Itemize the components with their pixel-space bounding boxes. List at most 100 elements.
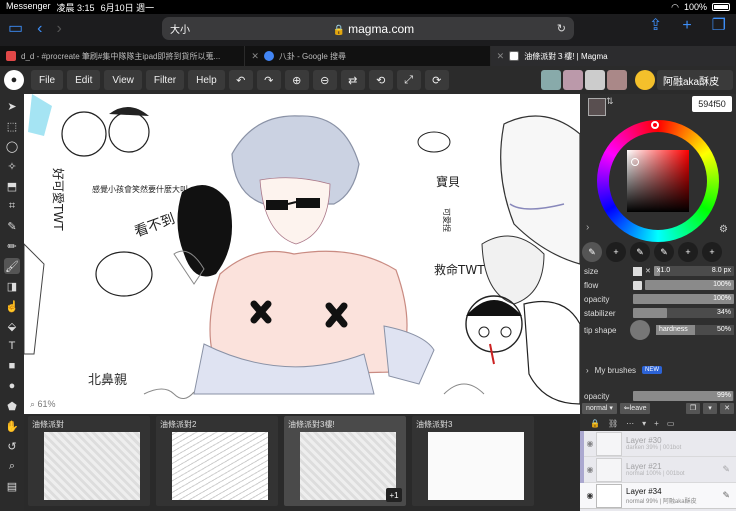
hex-color-input[interactable]: 594f50 <box>692 96 732 112</box>
eraser-icon[interactable]: ◨ <box>4 278 20 294</box>
hand-tool-icon[interactable]: ✋ <box>4 418 20 434</box>
chevron-right-icon[interactable]: › <box>586 222 589 233</box>
document-card[interactable]: 油條派對3 <box>412 416 534 506</box>
magma-logo-icon[interactable]: ● <box>4 70 24 90</box>
forward-icon[interactable]: › <box>56 21 61 37</box>
brush-slot-6[interactable]: + <box>702 242 722 262</box>
primary-color-swatch[interactable] <box>588 98 606 116</box>
pencil-icon[interactable]: ✏ <box>4 238 20 254</box>
eye-icon[interactable]: ◉ <box>584 491 596 500</box>
brush-slot-1[interactable]: ✎ <box>582 242 602 262</box>
close-icon[interactable]: ✕ <box>645 267 651 275</box>
rotate-view-icon[interactable]: ↺ <box>4 438 20 454</box>
avatar[interactable] <box>563 70 583 90</box>
rotate-left-icon[interactable]: ⟲ <box>368 70 393 90</box>
move-tool-icon[interactable]: ➤ <box>4 98 20 114</box>
layer-row[interactable]: ◉ Layer #30 darken 39% | 001bot <box>580 430 736 457</box>
eye-icon[interactable]: ◉ <box>584 439 596 448</box>
brush-slot-4[interactable]: ✎ <box>654 242 674 262</box>
blend-mode-select[interactable]: normal ▾ <box>582 402 617 414</box>
add-layer-icon[interactable]: + <box>654 419 659 429</box>
pressure-icon[interactable] <box>633 266 642 276</box>
tab-magma[interactable]: ✕ 油條派對３樓! | Magma <box>490 46 736 66</box>
document-card[interactable]: 油條派對2 <box>156 416 278 506</box>
add-folder-icon[interactable]: ▭ <box>667 419 675 429</box>
layer-more-icon[interactable]: ⋯ <box>626 419 634 429</box>
transform-icon[interactable]: ⬒ <box>4 178 20 194</box>
close-tab-icon[interactable]: ✕ <box>251 51 259 62</box>
document-card-active[interactable]: 油條派對3樓! +1 <box>284 416 406 506</box>
zoom-tool-icon[interactable]: ⌕ <box>4 458 20 474</box>
menu-edit[interactable]: Edit <box>67 70 101 90</box>
tab-google[interactable]: ✕ 八卦 - Google 搜尋 <box>245 46 491 66</box>
layer-row-selected[interactable]: ◉ Layer #34 normal 99% | 阿融aka酥皮 ✎ <box>580 483 736 509</box>
color-wheel[interactable] <box>597 120 719 242</box>
rect-select-icon[interactable]: ⬚ <box>4 118 20 134</box>
menu-filter[interactable]: Filter <box>145 70 185 90</box>
eye-icon[interactable]: ◉ <box>584 465 596 474</box>
avatar[interactable] <box>541 70 561 90</box>
lasso-icon[interactable]: ◯ <box>4 138 20 154</box>
share-icon[interactable]: ⇪ <box>649 18 662 34</box>
leave-button[interactable]: ⇐ leave <box>619 402 651 414</box>
zoom-in-icon[interactable]: ⊕ <box>284 70 309 90</box>
size-slider[interactable]: x1.0 8.0 px <box>653 266 734 276</box>
flip-icon[interactable]: ⇄ <box>340 70 365 90</box>
brush-slot-3[interactable]: ✎ <box>630 242 650 262</box>
tip-shape-preview[interactable] <box>630 320 650 340</box>
back-to-app-link[interactable]: Messenger <box>6 1 51 14</box>
brush-slot-2[interactable]: + <box>606 242 626 262</box>
ellipse-tool-icon[interactable]: ● <box>4 378 20 394</box>
eyedropper-icon[interactable]: ✎ <box>4 218 20 234</box>
stabilizer-slider[interactable]: 34% <box>633 308 734 318</box>
new-tab-icon[interactable]: + <box>682 18 691 34</box>
fullscreen-icon[interactable]: ⤢ <box>396 70 421 90</box>
brush-slot-5[interactable]: + <box>678 242 698 262</box>
flow-pressure-checkbox[interactable] <box>633 280 642 290</box>
lock-icon[interactable]: 🔒 <box>590 419 600 429</box>
address-bar[interactable]: 大小 🔒 magma.com ↻ <box>162 17 574 40</box>
hardness-slider[interactable]: hardness 50% <box>656 325 734 335</box>
user-avatar-chick[interactable] <box>635 70 655 90</box>
duplicate-layer-icon[interactable]: ❐ <box>686 402 700 414</box>
menu-file[interactable]: File <box>31 70 64 90</box>
layer-opacity-slider[interactable]: 99% <box>633 391 734 401</box>
rotate-right-icon[interactable]: ⟳ <box>424 70 449 90</box>
zoom-indicator[interactable]: ⌕ 61% <box>30 399 56 410</box>
reload-icon[interactable]: ↻ <box>557 22 566 35</box>
text-tool-icon[interactable]: T <box>4 338 20 354</box>
layer-menu-icon[interactable]: ▾ <box>703 402 717 414</box>
brush-icon[interactable]: 🖌 <box>4 258 20 274</box>
flow-slider[interactable]: 100% <box>645 280 734 290</box>
drawing-canvas[interactable]: 好可愛TWT 感覺小孩會笑然要什麼大叫 看不到 北鼻親 寶貝 可愛捏 救命TWT <box>24 94 580 414</box>
redo-icon[interactable]: ↷ <box>256 70 281 90</box>
clip-icon[interactable]: ⛓ <box>608 419 618 429</box>
avatar[interactable] <box>585 70 605 90</box>
zoom-out-icon[interactable]: ⊖ <box>312 70 337 90</box>
paint-bucket-icon[interactable]: ⬙ <box>4 318 20 334</box>
tab-procreate[interactable]: d_d - #procreate 筆刷#集中隊隊主ipad即將到貨所以蒐... <box>0 46 246 66</box>
menu-view[interactable]: View <box>104 70 142 90</box>
hue-handle[interactable] <box>651 121 659 129</box>
gear-icon[interactable]: ⚙ <box>719 224 728 235</box>
crop-icon[interactable]: ⌗ <box>4 198 20 214</box>
sidebar-icon[interactable]: ▭ <box>8 21 23 37</box>
film-icon[interactable]: ▤ <box>4 478 20 494</box>
menu-help[interactable]: Help <box>188 70 225 90</box>
swap-colors-icon[interactable]: ⇅ <box>606 96 614 107</box>
rectangle-tool-icon[interactable]: ■ <box>4 358 20 374</box>
undo-icon[interactable]: ↶ <box>228 70 253 90</box>
delete-layer-icon[interactable]: ✕ <box>720 402 734 414</box>
magic-wand-icon[interactable]: ✧ <box>4 158 20 174</box>
chevron-down-icon[interactable]: ▾ <box>642 419 646 429</box>
smudge-icon[interactable]: ☝ <box>4 298 20 314</box>
back-icon[interactable]: ‹ <box>37 21 42 37</box>
text-size-button[interactable]: 大小 <box>170 21 190 36</box>
username[interactable]: 阿融aka酥皮 <box>657 70 733 90</box>
my-brushes-section[interactable]: › My brushes NEW <box>580 362 736 378</box>
document-card[interactable]: 油條派對 <box>28 416 150 506</box>
color-picker-handle[interactable] <box>631 158 639 166</box>
avatar[interactable] <box>607 70 627 90</box>
layer-row[interactable]: ◉ Layer #21 normal 100% | 001bot ✎ <box>580 456 736 483</box>
tabs-overview-icon[interactable]: ❐ <box>712 18 726 34</box>
